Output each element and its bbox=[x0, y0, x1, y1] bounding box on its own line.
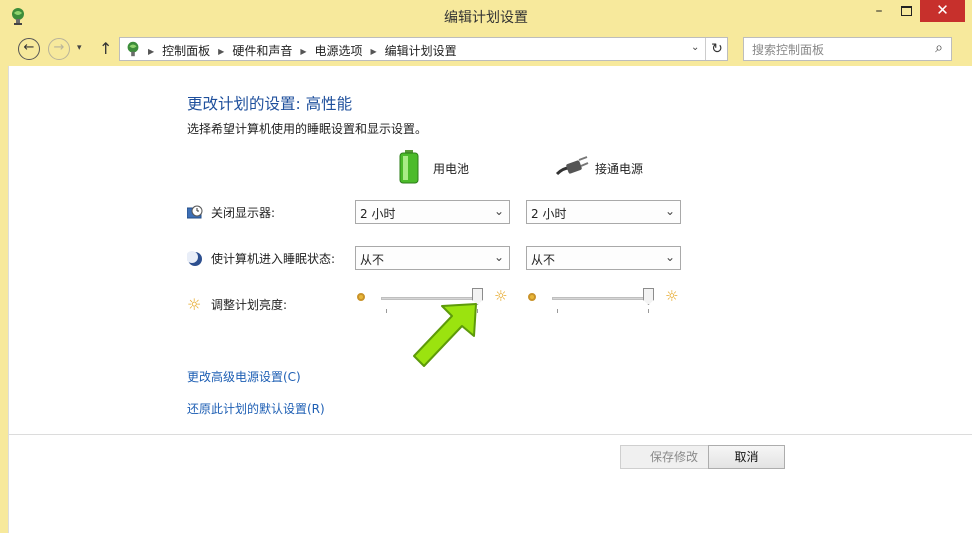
power-plug-icon bbox=[555, 156, 589, 176]
battery-icon bbox=[399, 150, 419, 184]
slider-thumb[interactable] bbox=[643, 288, 654, 305]
slider-tick bbox=[557, 309, 558, 313]
up-button[interactable]: ↑ bbox=[99, 39, 112, 58]
display-battery-select[interactable]: 2 小时 ⌄ bbox=[355, 200, 510, 224]
chevron-down-icon: ⌄ bbox=[493, 250, 504, 264]
chevron-down-icon: ⌄ bbox=[664, 204, 675, 218]
moon-sleep-icon bbox=[187, 250, 202, 266]
dim-brightness-icon bbox=[528, 293, 536, 301]
battery-column-label: 用电池 bbox=[433, 162, 470, 176]
divider bbox=[9, 434, 972, 435]
recent-locations-dropdown[interactable]: ▾ bbox=[77, 43, 82, 53]
dim-brightness-icon bbox=[357, 293, 365, 301]
sleep-plugged-select[interactable]: 从不 ⌄ bbox=[526, 246, 681, 270]
breadcrumb-separator[interactable]: ▶ bbox=[218, 47, 224, 56]
forward-button[interactable]: → bbox=[48, 38, 70, 60]
address-dropdown[interactable]: ⌄ bbox=[691, 42, 699, 53]
minimize-button[interactable]: – bbox=[866, 0, 892, 22]
navigation-bar: ← → ▾ ↑ ▶ 控制面板 ▶ 硬件和声音 ▶ 电源选项 ▶ 编辑计划设置 ⌄ ↻ ⌕ bbox=[0, 34, 972, 66]
search-icon[interactable]: ⌕ bbox=[935, 40, 943, 56]
restore-defaults-link[interactable]: 还原此计划的默认设置(R) bbox=[187, 400, 325, 417]
search-input[interactable] bbox=[750, 41, 924, 59]
breadcrumb-control-panel[interactable]: 控制面板 bbox=[162, 44, 210, 58]
back-button[interactable]: ← bbox=[18, 38, 40, 60]
chevron-down-icon: ⌄ bbox=[664, 250, 675, 264]
window: 编辑计划设置 – ✕ ← → ▾ ↑ ▶ 控制面板 ▶ 硬件和声音 ▶ 电源选项 ▶ 编辑计划… bbox=[0, 0, 972, 533]
breadcrumb-separator[interactable]: ▶ bbox=[148, 47, 154, 56]
sleep-battery-value: 从不 bbox=[360, 253, 385, 267]
page-title: 更改计划的设置: 高性能 bbox=[187, 95, 353, 113]
display-setting-label: 关闭显示器: bbox=[211, 206, 276, 220]
advanced-power-settings-link[interactable]: 更改高级电源设置(C) bbox=[187, 368, 301, 385]
brightness-setting-label: 调整计划亮度: bbox=[211, 298, 288, 312]
slider-track bbox=[552, 297, 654, 300]
main-content: 更改计划的设置: 高性能 选择希望计算机使用的睡眠设置和显示设置。 用电池 接通… bbox=[8, 66, 972, 533]
annotation-arrow-icon bbox=[413, 303, 477, 367]
monitor-clock-icon bbox=[187, 205, 203, 218]
address-bar[interactable]: ▶ 控制面板 ▶ 硬件和声音 ▶ 电源选项 ▶ 编辑计划设置 ⌄ ↻ bbox=[119, 37, 728, 61]
breadcrumb-separator[interactable]: ▶ bbox=[371, 47, 377, 56]
breadcrumb-edit-plan[interactable]: 编辑计划设置 bbox=[385, 44, 457, 58]
slider-tick bbox=[648, 309, 649, 313]
display-setting-row: 关闭显示器: bbox=[187, 204, 275, 221]
sleep-battery-select[interactable]: 从不 ⌄ bbox=[355, 246, 510, 270]
window-title: 编辑计划设置 bbox=[444, 10, 528, 26]
refresh-button[interactable]: ↻ bbox=[705, 38, 728, 60]
chevron-down-icon: ⌄ bbox=[493, 204, 504, 218]
sleep-plugged-value: 从不 bbox=[531, 253, 556, 267]
cancel-button[interactable]: 取消 bbox=[708, 445, 785, 469]
brightness-setting-row: ☼ 调整计划亮度: bbox=[187, 296, 287, 313]
breadcrumb-separator[interactable]: ▶ bbox=[300, 47, 306, 56]
brightness-plugged-slider[interactable]: ☼ bbox=[526, 287, 686, 313]
bright-brightness-icon: ☼ bbox=[494, 287, 508, 305]
display-plugged-select[interactable]: 2 小时 ⌄ bbox=[526, 200, 681, 224]
title-bar: 编辑计划设置 – ✕ bbox=[0, 0, 972, 32]
maximize-icon bbox=[900, 6, 912, 16]
bright-brightness-icon: ☼ bbox=[665, 287, 679, 305]
sun-icon: ☼ bbox=[187, 294, 202, 314]
control-panel-icon bbox=[127, 41, 139, 57]
sleep-setting-row: 使计算机进入睡眠状态: bbox=[187, 250, 335, 267]
search-box[interactable]: ⌕ bbox=[743, 37, 952, 61]
slider-tick bbox=[386, 309, 387, 313]
breadcrumb-hardware-sound[interactable]: 硬件和声音 bbox=[232, 44, 292, 58]
plugged-column-label: 接通电源 bbox=[595, 162, 644, 176]
display-battery-value: 2 小时 bbox=[360, 207, 396, 221]
breadcrumb: ▶ 控制面板 ▶ 硬件和声音 ▶ 电源选项 ▶ 编辑计划设置 bbox=[148, 42, 457, 59]
maximize-button[interactable] bbox=[893, 0, 919, 22]
close-button[interactable]: ✕ bbox=[920, 0, 965, 22]
breadcrumb-power-options[interactable]: 电源选项 bbox=[315, 44, 363, 58]
sleep-setting-label: 使计算机进入睡眠状态: bbox=[211, 252, 336, 266]
display-plugged-value: 2 小时 bbox=[531, 207, 567, 221]
page-description: 选择希望计算机使用的睡眠设置和显示设置。 bbox=[187, 122, 428, 136]
